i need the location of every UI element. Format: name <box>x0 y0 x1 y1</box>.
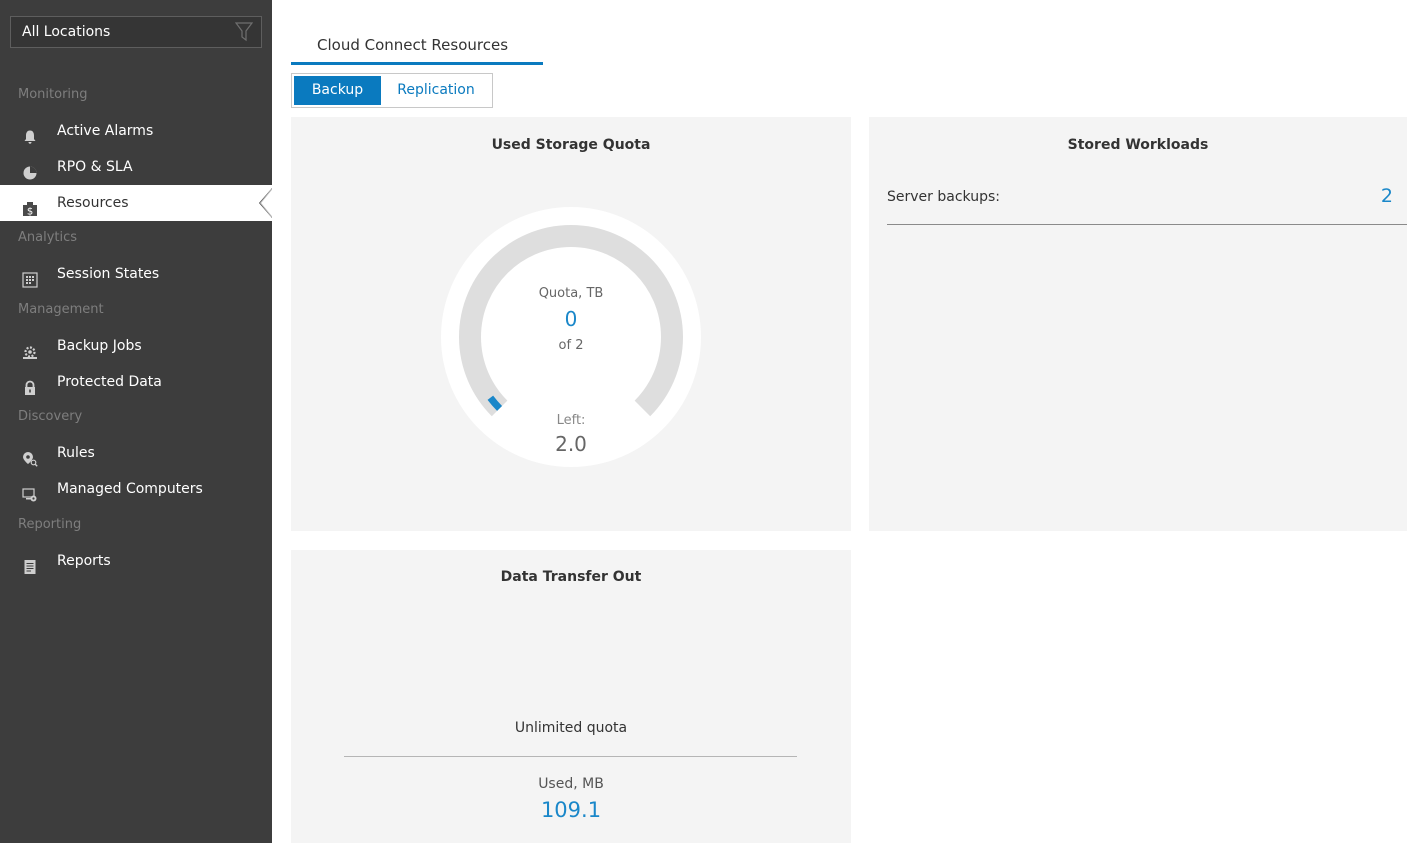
location-filter-label: All Locations <box>22 24 111 40</box>
data-transfer-out-panel: Data Transfer Out Unlimited quota Used, … <box>291 550 851 843</box>
sidebar-item-label: Managed Computers <box>57 481 203 497</box>
money-bag-icon: $ <box>22 195 38 218</box>
used-storage-quota-panel: Used Storage Quota Quota, TB 0 of 2 Left… <box>291 117 851 531</box>
active-indicator <box>257 188 273 218</box>
svg-text:$: $ <box>27 207 33 218</box>
quota-used-value: 0 <box>564 307 578 331</box>
toggle-replication-button[interactable]: Replication <box>381 76 491 105</box>
sidebar-item-managed-computers[interactable]: Managed Computers <box>0 471 272 507</box>
quota-left-value: 2.0 <box>555 432 587 456</box>
panel-title: Used Storage Quota <box>491 137 651 153</box>
sidebar-item-session-states[interactable]: Session States <box>0 256 272 292</box>
sidebar-item-label: Resources <box>57 195 129 211</box>
tab-cloud-connect-resources[interactable]: Cloud Connect Resources <box>291 34 543 65</box>
section-analytics: Analytics <box>18 230 78 245</box>
quota-status-text: Unlimited quota <box>514 720 628 736</box>
sidebar-item-protected-data[interactable]: Protected Data <box>0 364 272 400</box>
sidebar-item-resources[interactable]: $ Resources <box>0 185 273 221</box>
section-discovery: Discovery <box>18 409 83 424</box>
sidebar-item-label: RPO & SLA <box>57 159 133 175</box>
filter-icon[interactable] <box>234 22 254 53</box>
section-monitoring: Monitoring <box>18 87 88 102</box>
sidebar-item-rpo-sla[interactable]: RPO & SLA <box>0 149 272 185</box>
sidebar: All Locations Monitoring Active Alarms R… <box>0 0 273 843</box>
location-filter-select[interactable]: All Locations <box>10 16 262 48</box>
report-document-icon <box>22 553 38 574</box>
backup-jobs-gear-icon <box>22 338 38 359</box>
quota-label: Quota, TB <box>538 286 604 301</box>
sidebar-item-label: Protected Data <box>57 374 162 390</box>
section-management: Management <box>18 302 104 317</box>
quota-total: of 2 <box>558 338 584 353</box>
rules-search-icon <box>22 445 38 467</box>
divider <box>344 756 797 757</box>
sidebar-item-label: Backup Jobs <box>57 338 142 354</box>
pie-chart-icon <box>22 159 38 180</box>
sidebar-item-label: Reports <box>57 553 111 569</box>
sidebar-item-label: Session States <box>57 266 160 282</box>
tab-label: Cloud Connect Resources <box>317 36 509 54</box>
sidebar-item-backup-jobs[interactable]: Backup Jobs <box>0 328 272 364</box>
server-backups-value[interactable]: 2 <box>1381 185 1393 207</box>
bell-icon <box>22 123 38 144</box>
divider <box>887 224 1407 225</box>
toggle-backup-button[interactable]: Backup <box>294 76 381 105</box>
computer-gear-icon <box>22 481 38 502</box>
lock-icon <box>22 374 38 395</box>
panel-title: Stored Workloads <box>1067 137 1209 153</box>
server-backups-label: Server backups: <box>887 189 1000 205</box>
sidebar-item-reports[interactable]: Reports <box>0 543 272 579</box>
section-reporting: Reporting <box>18 517 82 532</box>
panel-title: Data Transfer Out <box>500 569 642 585</box>
grid-table-icon <box>22 266 38 288</box>
stored-workloads-panel: Stored Workloads Server backups: 2 <box>869 117 1407 531</box>
used-mb-value: 109.1 <box>540 798 602 822</box>
quota-left-label: Left: <box>556 413 586 428</box>
quota-gauge: Quota, TB 0 of 2 Left: 2.0 <box>441 207 701 467</box>
sidebar-item-label: Active Alarms <box>57 123 154 139</box>
quota-gauge-graphic <box>441 207 701 467</box>
sidebar-item-rules[interactable]: Rules <box>0 435 272 471</box>
backup-replication-toggle: Backup Replication <box>291 73 493 108</box>
used-mb-label: Used, MB <box>538 776 604 792</box>
sidebar-item-label: Rules <box>57 445 95 461</box>
sidebar-item-active-alarms[interactable]: Active Alarms <box>0 113 272 149</box>
